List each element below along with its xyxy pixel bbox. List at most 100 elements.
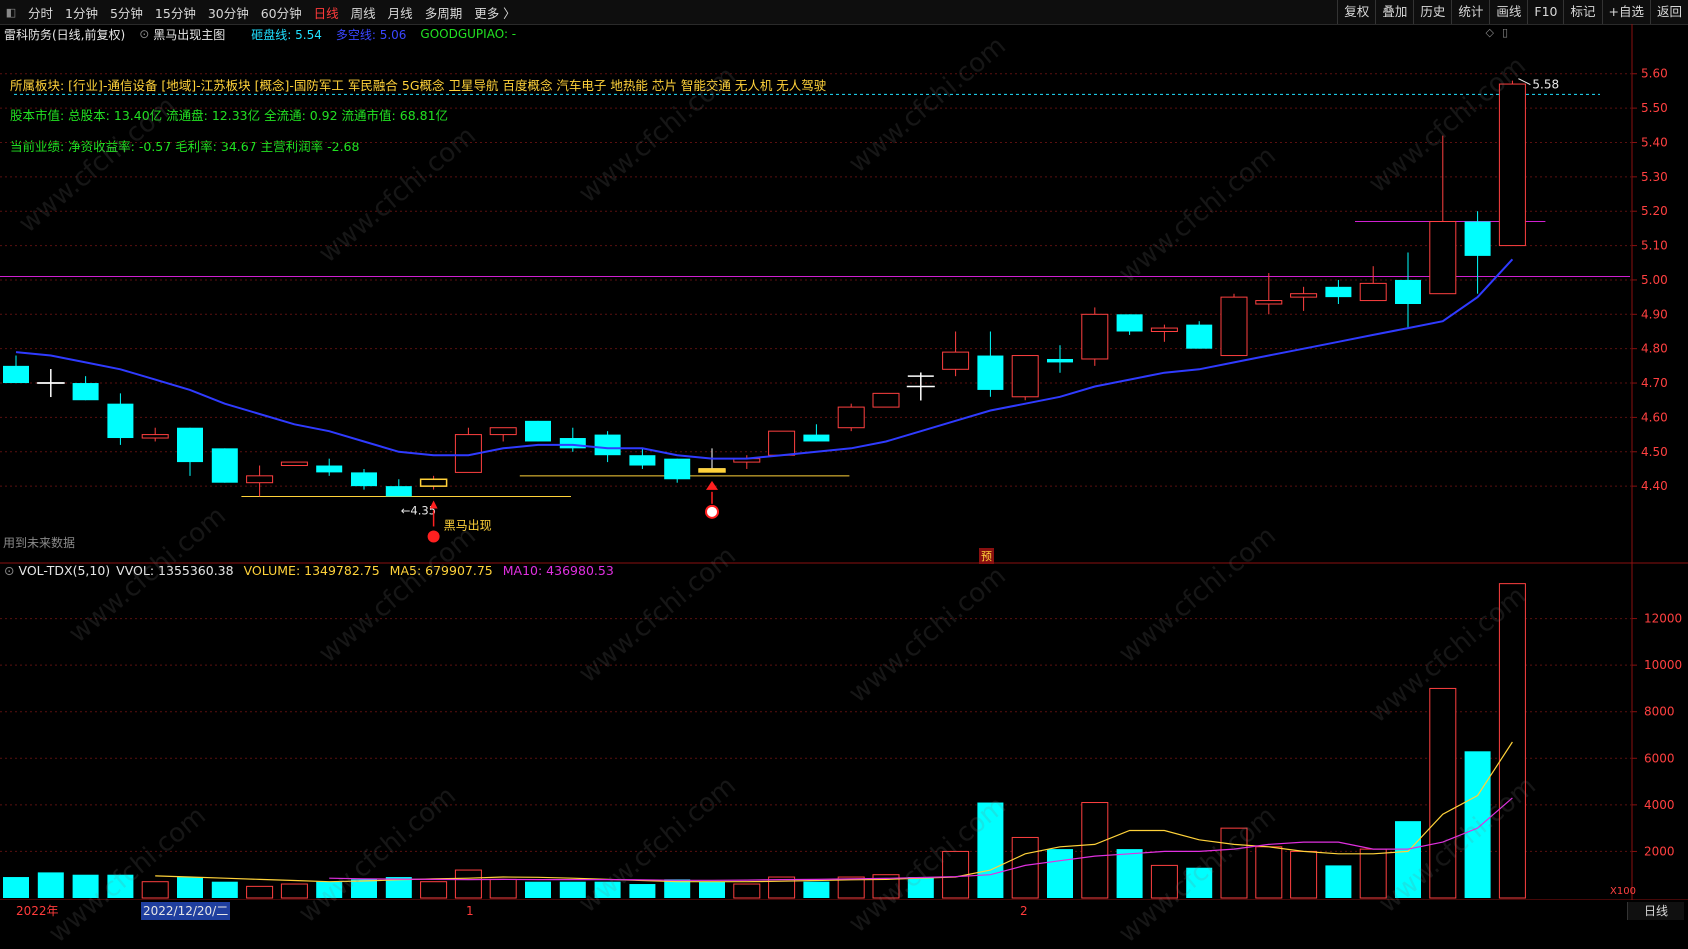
candle-body (525, 420, 551, 442)
volume-tick-label: 8000 (1644, 705, 1675, 719)
price-tick-label: 4.80 (1641, 342, 1668, 356)
tool-button-3[interactable]: 统计 (1451, 0, 1489, 24)
volume-bar (454, 869, 482, 899)
period-tab-1[interactable]: 1分钟 (59, 3, 104, 22)
candle-body (107, 403, 134, 439)
tool-button-6[interactable]: 标记 (1563, 0, 1601, 24)
tool-button-2[interactable]: 历史 (1413, 0, 1451, 24)
month-label-2: 2 (1020, 904, 1028, 918)
candle-body (1325, 286, 1352, 298)
candle-body (1395, 279, 1421, 304)
long-short-ma-line (15, 258, 1514, 460)
candle-body (803, 434, 830, 442)
period-tab-2[interactable]: 5分钟 (104, 3, 149, 22)
tool-button-5[interactable]: F10 (1527, 0, 1563, 24)
tool-button-8[interactable]: 返回 (1649, 0, 1688, 24)
volume-bar (3, 877, 29, 898)
volume-tick-label: 6000 (1644, 751, 1675, 765)
price-tick-label: 4.90 (1641, 307, 1668, 321)
candle-body (977, 355, 1004, 390)
volume-bar (420, 881, 448, 899)
tool-button-7[interactable]: +自选 (1601, 0, 1650, 24)
candle-body (351, 472, 377, 487)
dark-horse-label: 黑马出现 (444, 518, 492, 532)
candle-body (1290, 293, 1318, 298)
volume-bar (1186, 867, 1213, 898)
candle-body (1116, 314, 1143, 332)
candle-body (1255, 300, 1283, 305)
volume-bar (72, 874, 99, 898)
candle-body (837, 406, 865, 429)
candle-body (1186, 324, 1213, 349)
candle-body (72, 383, 99, 401)
tool-button-1[interactable]: 叠加 (1375, 0, 1413, 24)
volume-bar (1220, 827, 1248, 899)
price-tick-label: 5.10 (1641, 239, 1668, 253)
volume-bar (107, 874, 134, 898)
candle-body (211, 448, 238, 483)
collapse-panel-icon[interactable]: ◧ (0, 6, 22, 19)
candle-body (141, 434, 169, 439)
year-label: 2022年 (16, 904, 59, 918)
volume-tick-label: 2000 (1644, 844, 1675, 858)
buy-signal-arrow (706, 480, 718, 490)
candle-body (1047, 358, 1073, 363)
volume-bar (1116, 849, 1143, 898)
top-toolbar: ◧ 分时 1分钟 5分钟 15分钟 30分钟 60分钟 日线 周线 月线 多周期 更多 〉 复权 叠加… (0, 0, 1688, 25)
price-tick-label: 4.60 (1641, 410, 1668, 424)
candle-body (594, 434, 621, 456)
tool-buttons: 复权 叠加 历史 统计 画线 F10 标记 +自选 返回 (1337, 0, 1688, 24)
volume-bar (594, 881, 621, 898)
price-tick-label: 5.40 (1641, 135, 1668, 149)
candle-body (1081, 313, 1109, 360)
candle-body (664, 458, 691, 480)
period-tab-5[interactable]: 60分钟 (255, 3, 308, 22)
volume-bar (489, 878, 517, 899)
price-tick-label: 5.20 (1641, 204, 1668, 218)
volume-bar (246, 885, 274, 899)
tool-button-0[interactable]: 复权 (1337, 0, 1375, 24)
volume-bar (733, 883, 761, 899)
volume-tick-label: 10000 (1644, 658, 1682, 672)
tool-button-4[interactable]: 画线 (1489, 0, 1527, 24)
period-tab-10[interactable]: 更多 〉 (468, 3, 521, 22)
candle-body (1464, 221, 1491, 256)
candle-body (1150, 327, 1178, 332)
price-tick-label: 5.50 (1641, 101, 1668, 115)
period-tab-9[interactable]: 多周期 (419, 3, 469, 22)
signal-candle (698, 468, 726, 473)
volume-bar (1359, 848, 1387, 899)
volume-bar (629, 884, 656, 898)
volume-bar (1325, 865, 1352, 898)
candle-body (420, 478, 448, 487)
price-tick-label: 5.00 (1641, 273, 1668, 287)
period-indicator[interactable]: 日线 (1627, 902, 1684, 920)
candle-body (3, 365, 29, 384)
volume-bar (351, 879, 377, 898)
volume-unit-label: X100 (1610, 886, 1636, 897)
period-tabs: 分时 1分钟 5分钟 15分钟 30分钟 60分钟 日线 周线 月线 多周期 更多 〉 (22, 3, 522, 22)
volume-tick-label: 12000 (1644, 612, 1682, 626)
price-tick-label: 5.30 (1641, 170, 1668, 184)
volume-bar (177, 877, 203, 898)
kline-chart[interactable]: 4.40 4.50 4.60 4.70 4.80 4.90 5.00 5.10 5.20 5.30… (0, 24, 1688, 900)
dark-horse-marker-icon (427, 530, 440, 543)
volume-bar (1081, 802, 1109, 899)
cursor-date: 2022/12/20/二 (141, 902, 231, 920)
volume-bar (211, 881, 238, 898)
volume-bar (1429, 687, 1457, 899)
period-tab-4[interactable]: 30分钟 (202, 3, 255, 22)
price-tick-label: 4.70 (1641, 376, 1668, 390)
volume-bar (1150, 864, 1178, 899)
volume-bar (977, 802, 1004, 898)
price-tick-label: 5.60 (1641, 67, 1668, 81)
period-tab-8[interactable]: 月线 (382, 3, 419, 22)
candle-body (629, 455, 656, 466)
low-price-label: ←4.35 (401, 503, 436, 517)
period-tab-6[interactable]: 日线 (308, 3, 345, 22)
volume-bar (1290, 850, 1318, 899)
volume-bar (525, 881, 551, 898)
period-tab-7[interactable]: 周线 (345, 3, 382, 22)
period-tab-0[interactable]: 分时 (22, 3, 59, 22)
period-tab-3[interactable]: 15分钟 (149, 3, 202, 22)
